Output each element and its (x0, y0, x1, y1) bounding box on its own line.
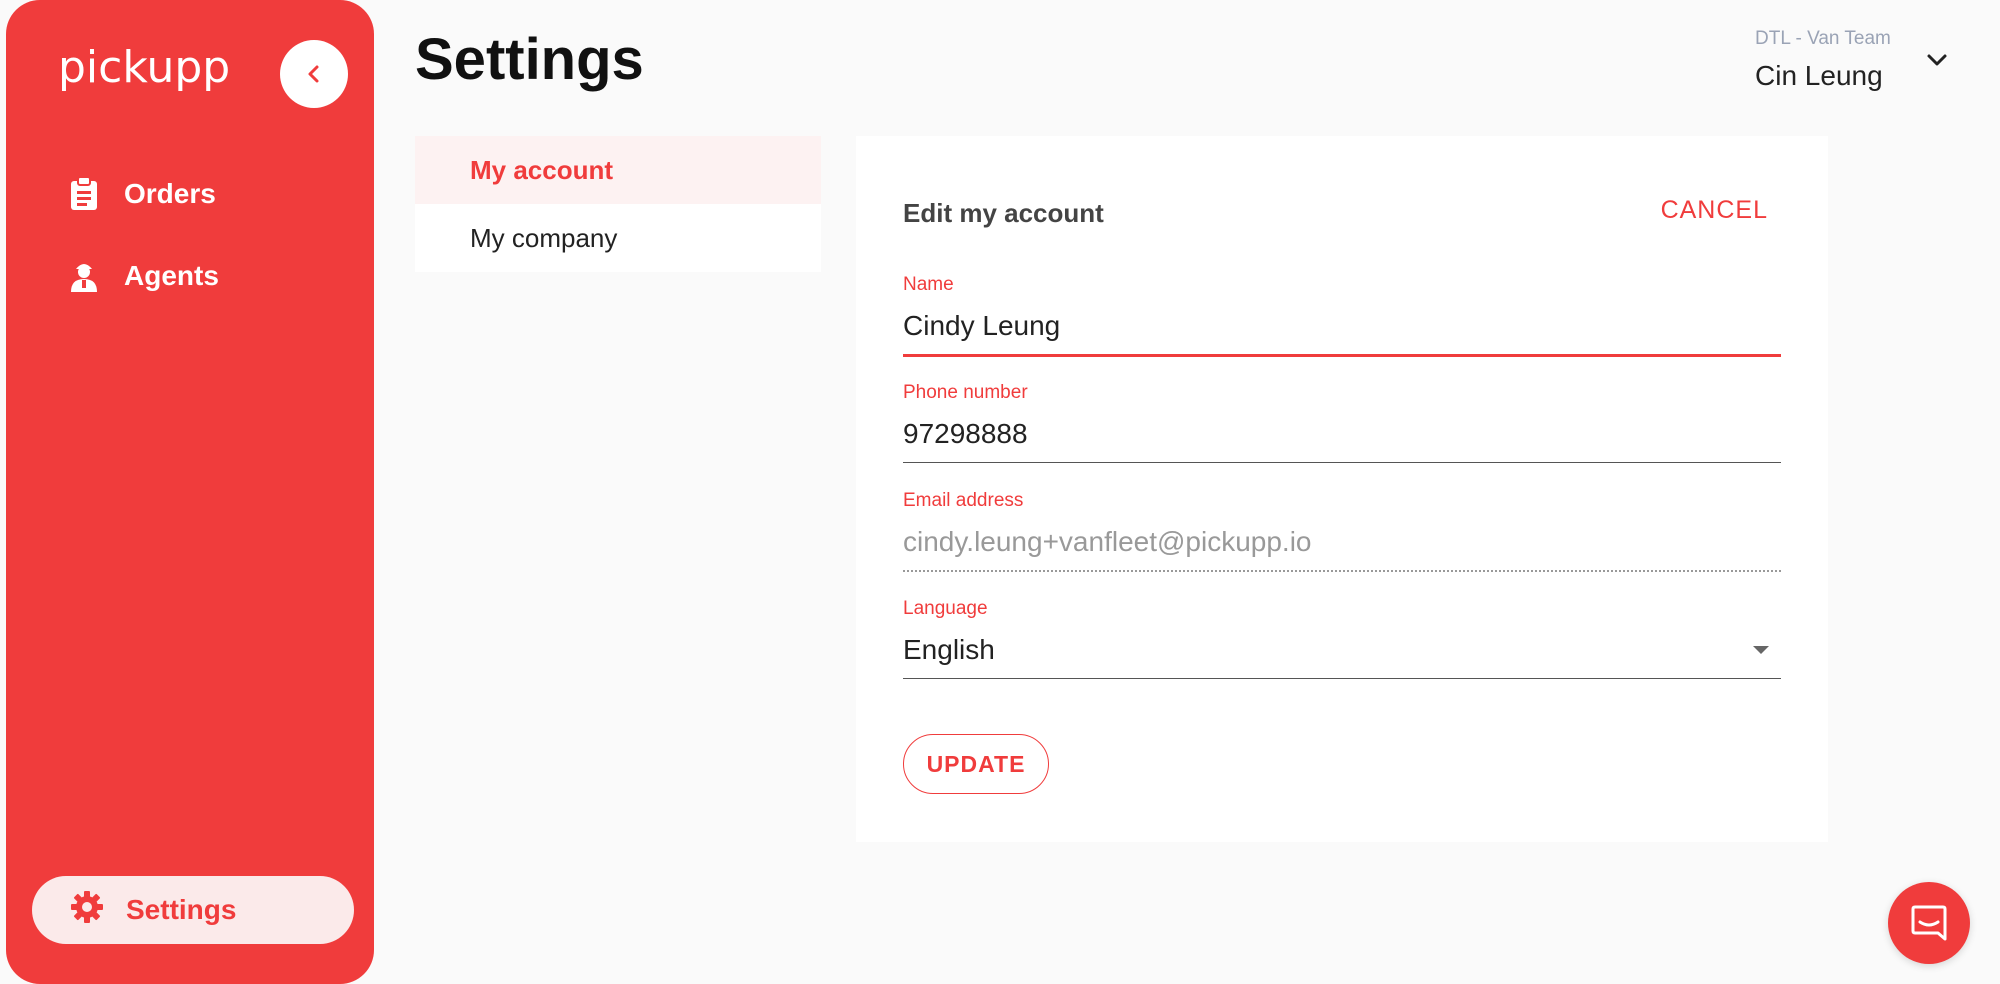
user-menu[interactable]: DTL - Van Team Cin Leung (1755, 28, 1955, 98)
language-value: English (903, 634, 995, 665)
name-input[interactable] (903, 306, 1781, 357)
edit-account-card: Edit my account CANCEL Name Phone number… (856, 136, 1828, 842)
phone-label: Phone number (903, 382, 1028, 403)
sidebar-item-label: Agents (124, 260, 219, 291)
sidebar-item-label: Orders (124, 178, 216, 209)
sidebar-item-orders[interactable]: Orders (66, 176, 216, 212)
update-button[interactable]: UPDATE (903, 734, 1049, 794)
chevron-left-icon (308, 65, 319, 83)
clipboard-icon (66, 176, 102, 212)
submenu-item-my-account[interactable]: My account (415, 136, 821, 204)
language-select[interactable]: English (903, 630, 1781, 679)
cancel-button[interactable]: CANCEL (1661, 196, 1768, 225)
gear-icon (70, 890, 104, 931)
sidebar: pickupp Orders Agents Settings (6, 0, 374, 984)
logo: pickupp (58, 42, 231, 93)
chat-launcher-button[interactable] (1888, 882, 1970, 964)
user-name: Cin Leung (1755, 60, 1883, 91)
settings-submenu: My account My company (415, 136, 821, 272)
submenu-item-my-company[interactable]: My company (415, 204, 821, 272)
phone-field-group: Phone number (903, 382, 1781, 463)
phone-input[interactable] (903, 414, 1781, 463)
email-label: Email address (903, 490, 1024, 511)
sidebar-item-agents[interactable]: Agents (66, 258, 219, 294)
collapse-sidebar-button[interactable] (280, 40, 348, 108)
language-field-group: Language English (903, 598, 1781, 679)
page-title: Settings (415, 27, 644, 92)
agent-icon (66, 258, 102, 294)
language-label: Language (903, 598, 988, 619)
sidebar-item-label: Settings (126, 894, 237, 925)
name-field-group: Name (903, 274, 1781, 357)
email-input (903, 522, 1781, 572)
team-name: DTL - Van Team (1755, 28, 1891, 49)
sidebar-item-settings[interactable]: Settings (32, 876, 354, 944)
email-field-group: Email address (903, 490, 1781, 572)
name-label: Name (903, 274, 954, 295)
chat-icon (1911, 905, 1947, 941)
chevron-down-icon (1927, 54, 1947, 66)
card-title: Edit my account (903, 198, 1104, 228)
dropdown-arrow-icon (1753, 646, 1769, 654)
